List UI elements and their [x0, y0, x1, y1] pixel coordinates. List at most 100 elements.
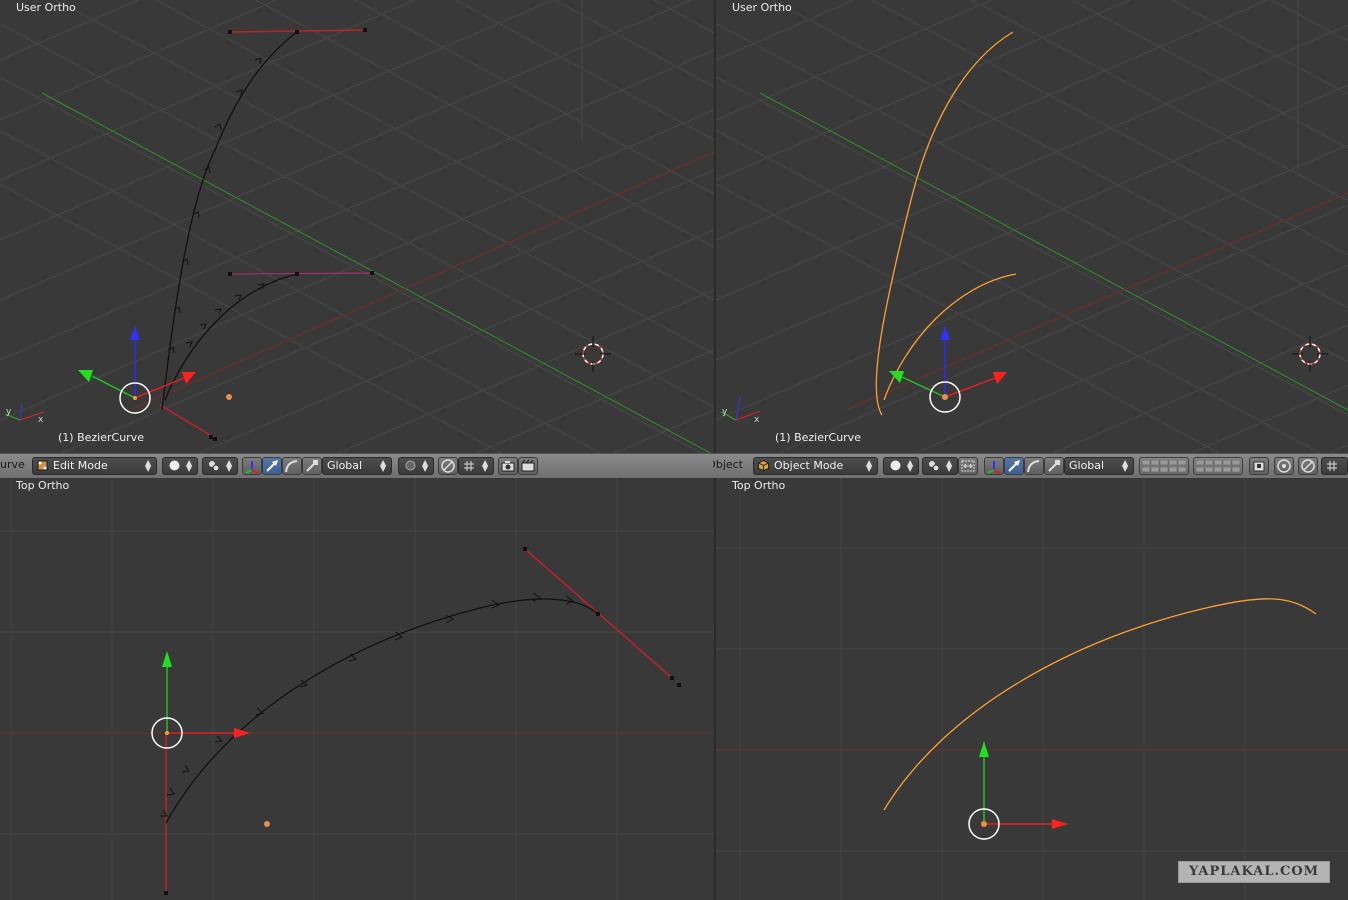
svg-text:x: x [754, 415, 760, 425]
viewport-shading-selector[interactable]: ▲ ▼ [162, 457, 198, 475]
manipulator-toggle-button[interactable] [242, 457, 262, 475]
mode-selector[interactable]: Edit Mode ▲ ▼ [32, 457, 157, 475]
viewport-label: Top Ortho [732, 479, 786, 492]
proportional-edit-icon [405, 460, 416, 471]
control-points[interactable] [164, 547, 681, 895]
snap-element-selector[interactable]: ▲ ▼ [458, 457, 494, 475]
handle-line [159, 404, 216, 439]
scene-lock-icon [1253, 461, 1265, 472]
edit-mode-icon [37, 460, 48, 471]
viewport-header-bar: urve Edit Mode ▲ ▼ ▲ ▼ ▲ ▼ Global ▲ ▼ ▲ ▼ ▲ ▼ [0, 453, 1348, 479]
pivot-point-selector[interactable]: ▲ ▼ [922, 457, 958, 475]
bezier-curve[interactable] [165, 598, 599, 824]
transform-manipulator[interactable] [78, 326, 196, 414]
mini-axis-widget: y x [4, 403, 45, 425]
y-axis-line [41, 92, 712, 453]
viewport-top-left-canvas[interactable]: y x [0, 0, 714, 453]
updown-arrows-icon: ▲ ▼ [226, 458, 233, 473]
viewport-top-left[interactable]: y x User Ortho (1) BezierCurve [0, 0, 714, 453]
layers-group-2[interactable] [1193, 457, 1243, 475]
translate-arrow-icon [1008, 460, 1020, 472]
snap-increment-icon [1326, 460, 1337, 471]
viewport-divider[interactable] [714, 0, 716, 453]
viewport-shading-selector[interactable]: ▲ ▼ [883, 457, 919, 475]
mode-selector[interactable]: Object Mode ▲ ▼ [753, 457, 878, 475]
snap-element-selector[interactable] [1321, 457, 1348, 475]
updown-arrows-icon: ▲ ▼ [145, 458, 152, 473]
scale-manipulator-button[interactable] [302, 457, 322, 475]
mini-axis-widget: y x [720, 396, 761, 425]
proportional-editing-selector[interactable]: ▲ ▼ [398, 457, 434, 475]
viewport-top-right[interactable]: y x User Ortho (1) BezierCurve [716, 0, 1348, 453]
updown-arrows-icon: ▲ ▼ [866, 458, 873, 473]
updown-arrows-icon: ▲ ▼ [186, 458, 193, 473]
translate-manipulator-button[interactable] [262, 457, 282, 475]
clapperboard-icon [521, 459, 535, 472]
transform-manipulator[interactable] [151, 651, 250, 749]
manipulator-toggle-button[interactable] [984, 457, 1004, 475]
scale-icon [306, 460, 318, 472]
updown-arrows-icon: ▲ ▼ [1122, 458, 1129, 473]
updown-arrows-icon: ▲ ▼ [946, 458, 953, 473]
viewport-bottom-left-canvas[interactable] [0, 478, 714, 900]
viewport-bottom-right[interactable]: Top Ortho [716, 478, 1348, 900]
proportional-editing-button[interactable] [1274, 457, 1294, 475]
svg-text:y: y [6, 407, 12, 417]
scale-manipulator-button[interactable] [1044, 457, 1064, 475]
snap-toggle-button[interactable] [1298, 457, 1318, 475]
snap-toggle-button[interactable] [438, 457, 458, 475]
pivot-point-selector[interactable]: ▲ ▼ [202, 457, 238, 475]
solid-shading-icon [169, 460, 180, 471]
updown-arrows-icon: ▲ ▼ [422, 458, 429, 473]
rotate-arc-icon [1027, 460, 1040, 473]
rotate-arc-icon [285, 460, 298, 473]
viewport-top-right-canvas[interactable]: y x [716, 0, 1348, 453]
proportional-edit-icon [1277, 459, 1291, 473]
viewport-bottom-right-canvas[interactable] [716, 478, 1348, 900]
viewport-divider[interactable] [714, 478, 716, 900]
viewport-label: User Ortho [16, 1, 76, 14]
bezier-curve[interactable] [164, 273, 298, 401]
magnet-icon [1301, 459, 1315, 473]
transform-manipulator[interactable] [968, 741, 1068, 840]
grid [716, 0, 1348, 453]
svg-text:x: x [38, 415, 44, 425]
grid [0, 0, 714, 453]
x-axis-line [845, 192, 1348, 411]
translate-manipulator-button[interactable] [1004, 457, 1024, 475]
transform-orientation-selector[interactable]: Global ▲ ▼ [1064, 457, 1134, 475]
pivot-icon [208, 460, 220, 472]
viewport-label: Top Ortho [16, 479, 70, 492]
object-name-label: (1) BezierCurve [775, 431, 861, 444]
grid [0, 478, 714, 900]
viewport-label: User Ortho [732, 1, 792, 14]
manipulate-center-points-button[interactable] [958, 457, 978, 475]
viewport-bottom-left[interactable]: Top Ortho [0, 478, 714, 900]
3d-cursor-icon[interactable] [1292, 336, 1328, 372]
layers-group-1[interactable] [1139, 457, 1189, 475]
orientation-label: Global [327, 459, 363, 472]
header-truncated-text: Object [713, 458, 743, 471]
mode-label: Edit Mode [53, 459, 108, 472]
watermark-label: YAPLAKAL.COM [1178, 861, 1330, 883]
solid-shading-icon [890, 460, 901, 471]
magnet-icon [441, 459, 455, 473]
layer-grid-icon [1141, 459, 1187, 473]
curve-direction-arrows [160, 592, 575, 817]
rotate-manipulator-button[interactable] [1024, 457, 1044, 475]
origin-dot [264, 821, 270, 827]
bezier-curve-selected[interactable] [883, 598, 1317, 811]
lock-layers-button[interactable] [1249, 457, 1269, 475]
transform-orientation-selector[interactable]: Global ▲ ▼ [322, 457, 392, 475]
mode-label: Object Mode [774, 459, 844, 472]
opengl-render-button[interactable] [498, 457, 518, 475]
x-axis-line [129, 151, 714, 411]
scale-icon [1048, 460, 1060, 472]
transform-manipulator[interactable] [889, 326, 1007, 413]
curve-direction-arrows [167, 57, 265, 354]
opengl-render-animation-button[interactable] [518, 457, 538, 475]
orientation-label: Global [1069, 459, 1105, 472]
3d-cursor-icon[interactable] [575, 336, 611, 372]
center-points-icon [961, 460, 975, 472]
rotate-manipulator-button[interactable] [282, 457, 302, 475]
